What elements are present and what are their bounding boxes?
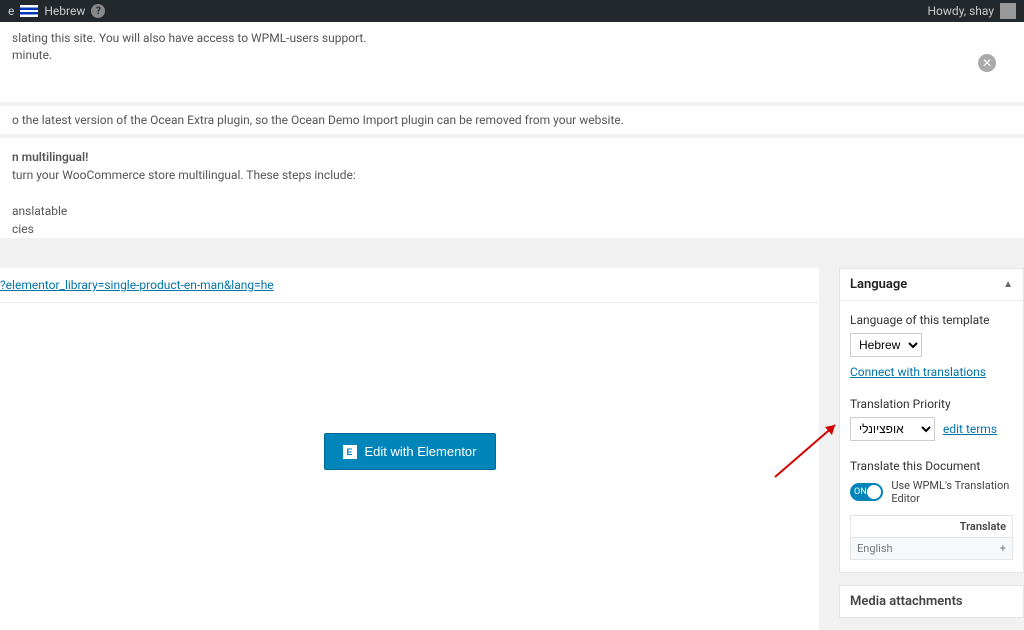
table-row: English + — [851, 538, 1013, 560]
add-translation-button[interactable]: + — [1000, 542, 1006, 555]
woocommerce-notice-title: n multilingual! — [12, 150, 88, 164]
media-attachments-title: Media attachments — [840, 586, 1023, 617]
language-of-template-label: Language of this template — [850, 313, 1013, 327]
translation-priority-select[interactable]: אופציונלי — [850, 417, 935, 441]
help-icon[interactable]: ? — [91, 4, 105, 18]
permalink-link[interactable]: ?elementor_library=single-product-en-man… — [0, 278, 274, 292]
woocommerce-notice-line: turn your WooCommerce store multilingual… — [12, 166, 1012, 184]
edit-with-elementor-button[interactable]: E Edit with Elementor — [324, 433, 496, 470]
language-select[interactable]: Hebrew — [850, 333, 922, 357]
edit-terms-link[interactable]: edit terms — [943, 422, 997, 436]
wpml-notice-line2: minute. — [12, 47, 1012, 64]
translate-table-header: Translate — [851, 516, 1013, 538]
woocommerce-notice-bullet1: anslatable — [12, 202, 1012, 220]
panel-toggle-icon[interactable]: ▲ — [1003, 279, 1013, 290]
wpml-notice: slating this site. You will also have ac… — [0, 22, 1024, 102]
translation-editor-toggle-label: Use WPML's Translation Editor — [891, 479, 1013, 505]
flag-israel-icon — [20, 5, 38, 17]
translate-table-lang: English — [857, 542, 893, 555]
dismiss-notice-button[interactable]: ✕ — [978, 54, 996, 72]
adminbar-left-fragment: e — [8, 4, 14, 18]
howdy-text[interactable]: Howdy, shay — [928, 4, 995, 18]
adminbar-language[interactable]: Hebrew — [44, 4, 85, 18]
wpml-notice-line1: slating this site. You will also have ac… — [12, 30, 1012, 47]
ocean-notice: o the latest version of the Ocean Extra … — [0, 106, 1024, 134]
translate-table: Translate English + — [850, 515, 1013, 560]
avatar[interactable] — [1000, 3, 1016, 19]
connect-translations-link[interactable]: Connect with translations — [850, 365, 986, 379]
elementor-icon: E — [343, 445, 357, 459]
language-panel-title: Language — [850, 277, 907, 292]
woocommerce-notice-bullet2: cies — [12, 220, 1012, 238]
translate-document-label: Translate this Document — [850, 459, 1013, 473]
woocommerce-notice: n multilingual! turn your WooCommerce st… — [0, 138, 1024, 238]
translation-priority-label: Translation Priority — [850, 397, 1013, 411]
translation-editor-toggle[interactable]: ON — [850, 483, 883, 501]
